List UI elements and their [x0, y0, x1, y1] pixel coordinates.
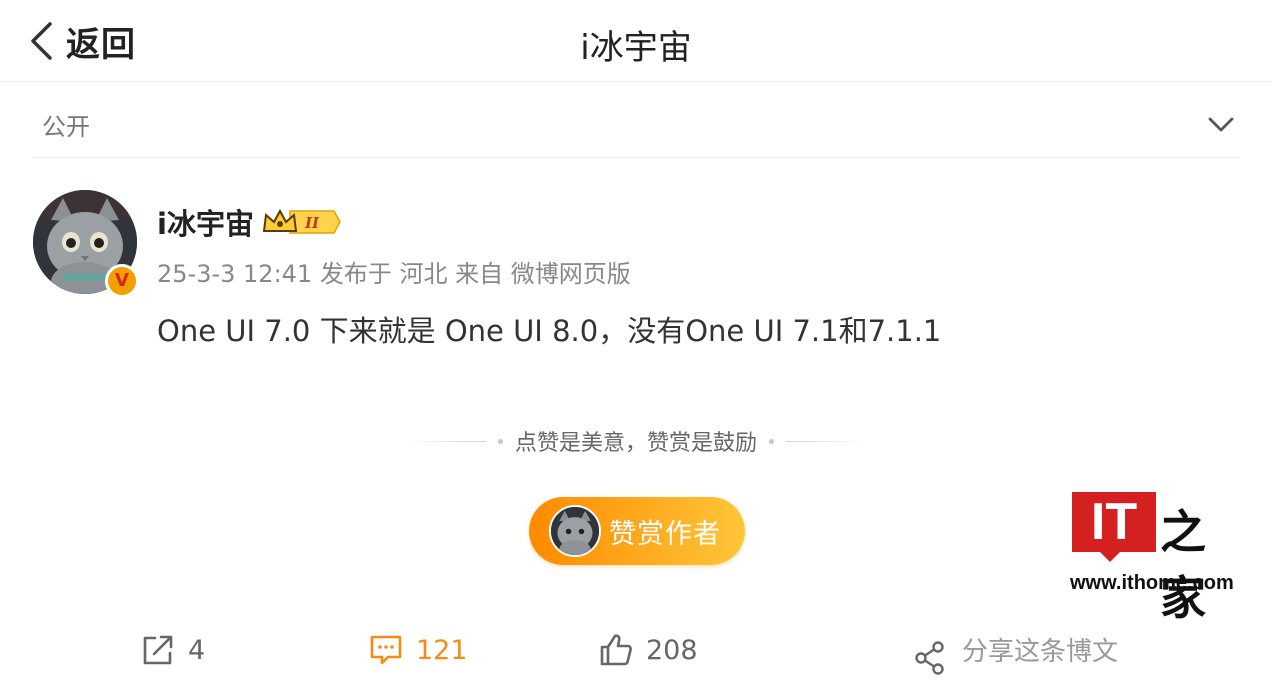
repost-button[interactable]: 4: [140, 632, 205, 668]
repost-icon: [143, 635, 173, 665]
action-bar: 4 121 208 分享这条博文: [0, 622, 1272, 682]
like-button[interactable]: 208: [598, 632, 698, 668]
vip-level-text: II: [304, 214, 320, 232]
crown-icon: II: [262, 208, 341, 234]
divider-dot: [497, 438, 503, 444]
verified-mark: V: [115, 270, 129, 291]
reward-button-label: 赞赏作者: [609, 518, 721, 550]
post-meta: 25-3-3 12:41 发布于 河北 来自 微博网页版: [157, 260, 631, 288]
like-count: 208: [646, 634, 698, 666]
share-label: 分享这条博文: [962, 636, 1119, 667]
repost-count: 4: [188, 634, 206, 666]
post-content: One UI 7.0 下来就是 One UI 8.0，没有One UI 7.1和…: [157, 314, 942, 348]
vip-badge[interactable]: II: [262, 207, 342, 237]
page-title: i冰宇宙: [580, 28, 692, 68]
watermark-logo: IT: [1072, 492, 1156, 552]
watermark-url: www.ithome.com: [1070, 572, 1234, 594]
divider-line: [405, 440, 486, 442]
chevron-down-icon: [1208, 117, 1234, 131]
watermark-logo-tail: [1098, 550, 1122, 562]
author-name[interactable]: i冰宇宙: [157, 201, 254, 243]
comment-count: 121: [416, 634, 468, 666]
divider-line: [786, 440, 866, 442]
comment-button[interactable]: 121: [368, 632, 468, 668]
share-button[interactable]: 分享这条博文: [914, 622, 1118, 676]
cat-avatar-image: [551, 507, 599, 555]
share-icon: [915, 641, 944, 675]
reward-tip-text: 点赞是美意，赞赏是鼓励: [514, 431, 757, 456]
top-bar: 返回 i冰宇宙: [0, 0, 1272, 82]
author-mini-avatar: [549, 505, 601, 557]
author-line: i冰宇宙 II: [157, 200, 342, 244]
reward-tip: 点赞是美意，赞赏是鼓励: [0, 425, 1272, 457]
watermark-logo-cn: 之家: [1160, 505, 1206, 625]
comment-icon: [370, 635, 402, 665]
reward-author-button[interactable]: 赞赏作者: [529, 497, 745, 565]
ithome-watermark: IT 之家 www.ithome.com: [1068, 492, 1248, 625]
divider-dot: [769, 438, 774, 444]
visibility-selector[interactable]: 公开: [32, 92, 1240, 158]
verified-badge: V: [105, 264, 139, 298]
visibility-label: 公开: [42, 113, 90, 141]
like-icon: [600, 634, 632, 666]
